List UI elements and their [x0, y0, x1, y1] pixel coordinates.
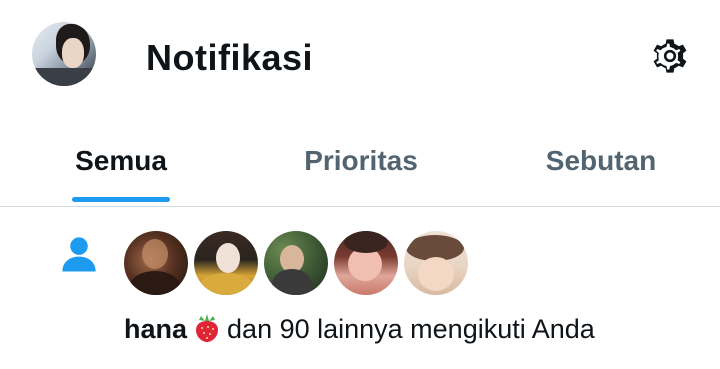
- tab-label: Semua: [75, 145, 167, 176]
- person-icon: [62, 237, 96, 272]
- tab-label: Sebutan: [545, 145, 657, 176]
- notification-item[interactable]: hana dan 90 lainnya mengikuti Anda: [0, 207, 720, 369]
- gear-icon: [653, 39, 687, 73]
- settings-button[interactable]: [646, 32, 694, 80]
- avatar-face: [62, 38, 84, 68]
- tab-label: Prioritas: [304, 145, 418, 176]
- page-title: Notifikasi: [146, 37, 314, 78]
- profile-avatar[interactable]: [32, 22, 96, 86]
- active-tab-indicator: [72, 197, 170, 202]
- strawberry-emoji-icon: [196, 314, 219, 342]
- follower-avatar-1[interactable]: [124, 231, 188, 295]
- follower-avatar-2[interactable]: [194, 231, 258, 295]
- notification-message: dan 90 lainnya mengikuti Anda: [227, 314, 595, 344]
- follower-avatar-5[interactable]: [404, 231, 468, 295]
- follower-avatar-4[interactable]: [334, 231, 398, 295]
- avatar-shirt: [32, 68, 96, 86]
- notification-tabs: Semua Prioritas Sebutan: [0, 128, 720, 206]
- notification-text: hana dan 90 lainnya mengikuti Anda: [124, 309, 595, 349]
- follower-avatar-3[interactable]: [264, 231, 328, 295]
- username[interactable]: hana: [124, 314, 187, 344]
- tab-sebutan[interactable]: Sebutan: [540, 128, 662, 206]
- tab-prioritas[interactable]: Prioritas: [300, 128, 422, 206]
- header: Notifikasi: [0, 0, 720, 110]
- tab-semua[interactable]: Semua: [72, 128, 170, 206]
